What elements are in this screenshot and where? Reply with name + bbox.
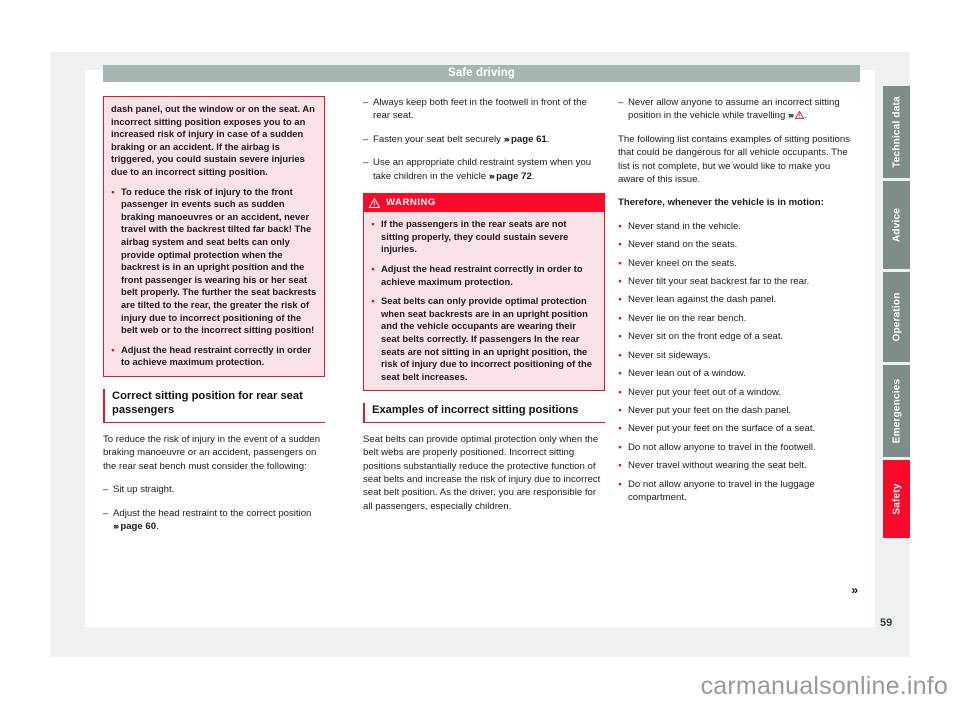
tab-operation[interactable]: Operation (883, 272, 910, 362)
tab-label: Advice (891, 208, 902, 242)
cross-reference[interactable]: ››› page 72 (489, 171, 532, 182)
list-item-text: Adjust the head restraint to the correct… (113, 507, 312, 519)
list-item: Never allow anyone to assume an incorrec… (618, 96, 858, 123)
tab-emergencies[interactable]: Emergencies (883, 365, 910, 457)
tab-technical-data[interactable]: Technical data (883, 86, 910, 178)
tab-label: Technical data (891, 96, 902, 168)
cross-reference[interactable]: ››› page 61 (504, 134, 547, 145)
list-item: Do not allow anyone to travel in the lug… (618, 478, 858, 505)
list-item: Never lie on the rear bench. (618, 312, 858, 327)
page-running-header: Safe driving (103, 65, 860, 82)
tab-label: Emergencies (891, 378, 902, 444)
note-bullet: To reduce the risk of injury to the fron… (111, 186, 317, 337)
list-item: Never put your feet on the dash panel. (618, 404, 858, 419)
warning-box-header: WARNING (363, 193, 605, 213)
list-item-suffix: . (804, 110, 808, 122)
tab-label: Operation (891, 292, 902, 342)
list-item: Fasten your seat belt securely ››› page … (363, 133, 605, 147)
list-item: Always keep both feet in the footwell in… (363, 96, 605, 123)
column-one: dash panel, out the window or on the sea… (103, 96, 325, 543)
list-item: Never put your feet out of a window. (618, 386, 858, 401)
list-item: Never put your feet on the surface of a … (618, 422, 858, 437)
warning-box-body: If the passengers in the rear seats are … (363, 212, 605, 392)
list-item: Never lean against the dash panel. (618, 293, 858, 308)
tab-label: Safety (891, 483, 902, 515)
lead-in-bold: Therefore, whenever the vehicle is in mo… (618, 197, 824, 209)
warning-bullet: Seat belts can only provide optimal prot… (371, 295, 597, 383)
note-bullet: Adjust the head restraint correctly in o… (111, 344, 317, 369)
list-item-suffix: . (156, 520, 159, 532)
note-paragraph: dash panel, out the window or on the sea… (111, 103, 315, 177)
section-body-paragraph: Seat belts can provide optimal protectio… (363, 433, 601, 512)
page-number: 59 (880, 617, 893, 629)
tab-safety[interactable]: Safety (883, 460, 910, 538)
list-item: Never stand in the vehicle. (618, 220, 858, 235)
list-item-text: Use an appropriate child restraint syste… (373, 157, 592, 182)
list-item: Adjust the head restraint to the correct… (103, 507, 325, 534)
list-item: Never sit sideways. (618, 349, 858, 364)
cross-reference-label: page 61 (511, 133, 547, 145)
list-item-text: Sit up straight. (113, 484, 175, 496)
list-item-text: Always keep both feet in the footwell in… (373, 97, 587, 122)
warning-bullet: Adjust the head restraint correctly in o… (371, 263, 597, 288)
warning-box: WARNING If the passengers in the rear se… (363, 193, 605, 392)
cross-reference[interactable]: ››› page 60 (113, 521, 156, 532)
section-heading-incorrect-sitting-positions: Examples of incorrect sitting positions (363, 403, 605, 423)
chapter-tabs: Technical data Advice Operation Emergenc… (883, 86, 910, 541)
site-watermark: carmanualsonline.info (700, 672, 948, 700)
column-two: Always keep both feet in the footwell in… (363, 96, 605, 523)
warning-triangle-icon (794, 110, 805, 120)
list-item: Never kneel on the seats. (618, 257, 858, 272)
cross-reference-label: page 60 (120, 520, 157, 532)
list-item: Never lean out of a window. (618, 367, 858, 382)
list-item-suffix: . (531, 170, 535, 182)
section-heading-rear-seat-passengers: Correct sitting position for rear seat p… (103, 388, 325, 423)
list-item: Never stand on the seats. (618, 238, 858, 253)
tab-advice[interactable]: Advice (883, 181, 910, 269)
intro-paragraph: The following list contains examples of … (618, 133, 850, 186)
list-item: Do not allow anyone to travel in the foo… (618, 441, 858, 456)
cross-reference-label: page 72 (496, 170, 532, 182)
list-item: Use an appropriate child restraint syste… (363, 156, 605, 183)
list-item-text: Never allow anyone to assume an incorrec… (628, 97, 840, 122)
note-box-continued: dash panel, out the window or on the sea… (103, 96, 325, 377)
warning-box-label: WARNING (386, 197, 436, 209)
warning-triangle-icon (368, 197, 381, 208)
list-item: Never tilt your seat backrest far to the… (618, 275, 858, 290)
continuation-marker: » (851, 583, 858, 597)
section-intro-paragraph: To reduce the risk of injury in the even… (103, 433, 321, 472)
warning-bullet: If the passengers in the rear seats are … (371, 218, 597, 256)
chevron-right-icon: ››› (503, 133, 510, 144)
chevron-right-icon: ››› (113, 520, 119, 531)
column-three: Never allow anyone to assume an incorrec… (618, 96, 858, 596)
list-item-suffix: . (546, 133, 550, 145)
chevron-right-icon: ››› (488, 170, 495, 181)
chevron-right-icon: ››› (788, 110, 794, 121)
list-item: Never sit on the front edge of a seat. (618, 330, 858, 345)
cross-reference[interactable]: ››› (788, 110, 805, 121)
list-item-text: Fasten your seat belt securely (373, 133, 501, 145)
list-item: Sit up straight. (103, 483, 325, 497)
list-item: Never travel without wearing the seat be… (618, 459, 858, 474)
